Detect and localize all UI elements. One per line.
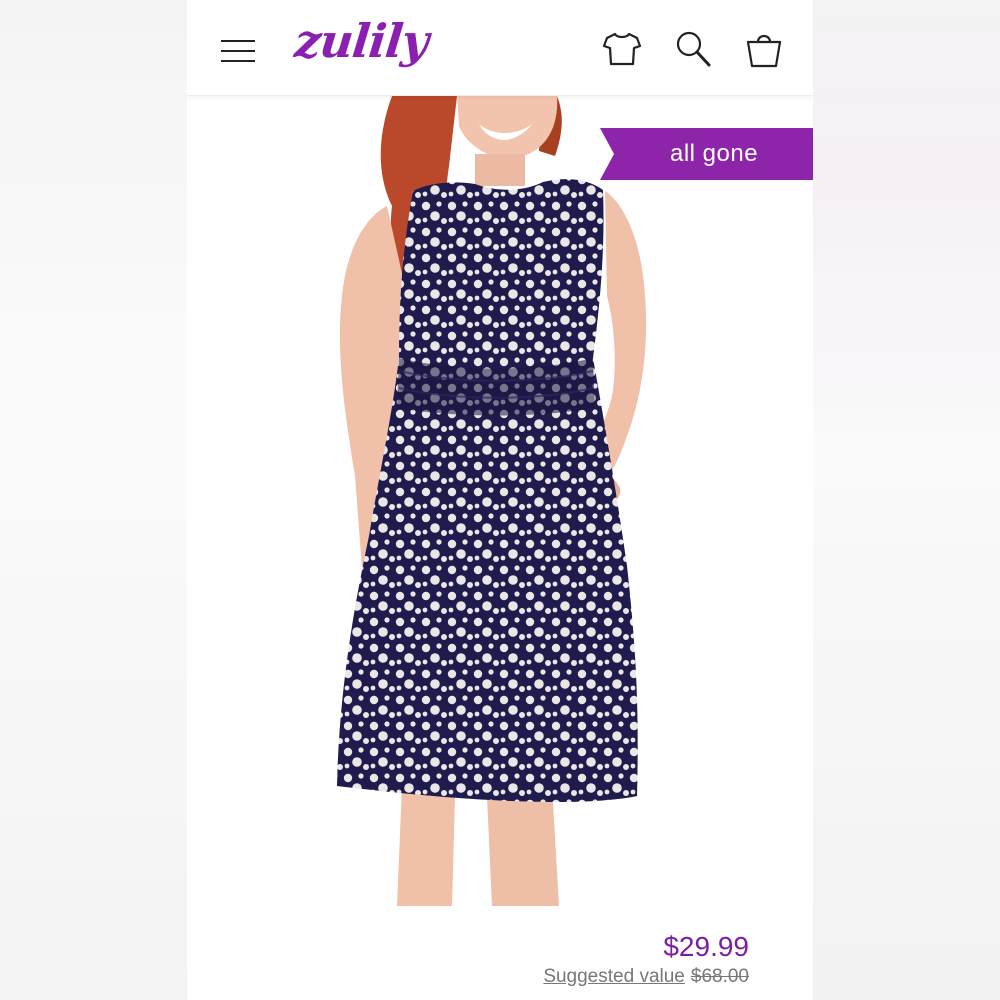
shirt-icon[interactable] — [601, 28, 643, 70]
shopping-bag-icon[interactable] — [743, 28, 785, 70]
sold-out-badge: all gone — [600, 128, 813, 180]
suggested-value-link[interactable]: Suggested value — [543, 966, 685, 987]
zulily-logo[interactable]: zulily — [292, 14, 430, 68]
left-backdrop — [0, 0, 187, 1000]
search-icon[interactable] — [672, 28, 714, 70]
product-image[interactable]: all gone — [187, 96, 813, 906]
dress-photo — [337, 96, 647, 906]
original-price: $68.00 — [690, 966, 749, 987]
sale-price: $29.99 — [663, 931, 749, 962]
menu-icon[interactable] — [221, 38, 257, 64]
top-nav-bar: zulily — [187, 0, 813, 96]
right-backdrop — [813, 0, 1000, 1000]
suggested-value-row: Suggested value $68.00 — [543, 966, 749, 988]
mobile-screen: zulily all gone $29.99 Suggested value $… — [187, 0, 813, 1000]
